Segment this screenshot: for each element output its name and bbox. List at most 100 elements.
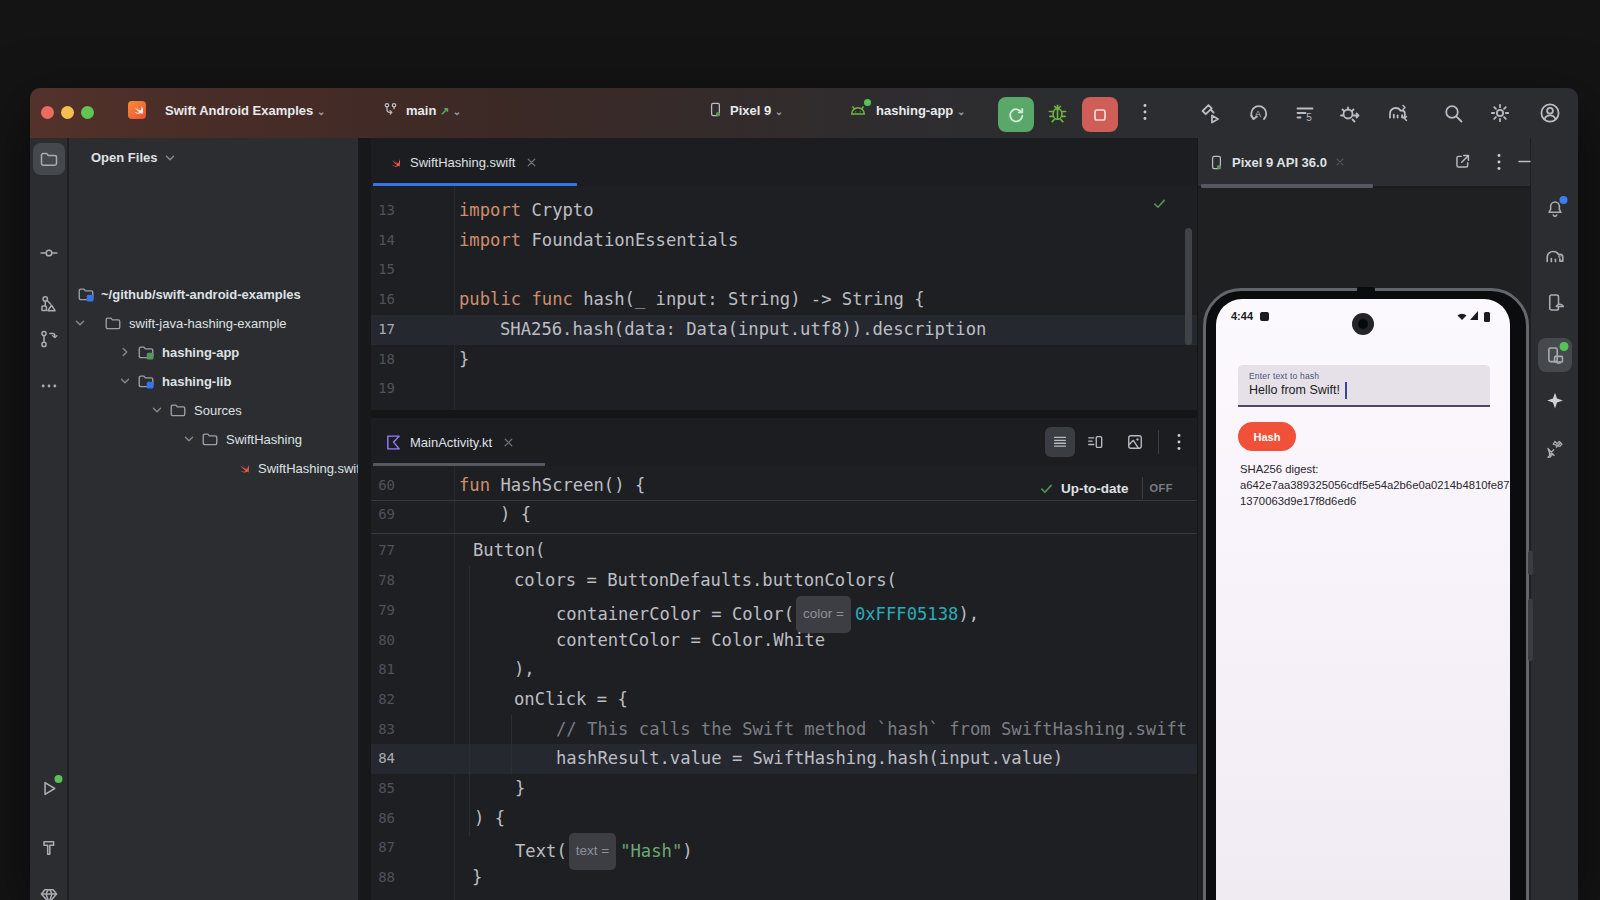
commit-tool-button[interactable] — [39, 243, 59, 263]
more-tools-button[interactable] — [39, 376, 59, 396]
tree-chevron-icon[interactable] — [150, 403, 164, 417]
close-tab-icon[interactable] — [525, 156, 538, 169]
tree-item[interactable]: hashing-app — [69, 337, 358, 366]
settings-button[interactable] — [1488, 101, 1512, 125]
debug-button[interactable] — [1046, 101, 1069, 124]
editor-more-button[interactable] — [1168, 431, 1190, 453]
profiler-button[interactable]: A — [1246, 101, 1270, 125]
stop-button[interactable] — [1082, 97, 1118, 132]
gradle-tool-button[interactable] — [1544, 246, 1566, 268]
tree-item[interactable]: ~/github/swift-android-examples — [69, 279, 358, 308]
run-config-selector[interactable]: hashing-app ⌄ — [876, 103, 965, 118]
assistant-button[interactable] — [1544, 438, 1565, 459]
close-tab-icon[interactable] — [502, 436, 515, 449]
todo-button[interactable]: 5 — [1293, 101, 1317, 125]
inline-parameter-hint: text = — [569, 833, 616, 870]
code-editor[interactable]: 1213import Crypto14import FoundationEsse… — [371, 186, 1197, 410]
close-device-tab-icon[interactable] — [1334, 156, 1346, 168]
device-phone-icon — [1208, 154, 1225, 171]
line-number: 87 — [371, 833, 395, 863]
tree-item[interactable]: hashing-lib — [69, 366, 358, 395]
build-tool-button[interactable] — [39, 838, 59, 858]
tab-label: MainActivity.kt — [410, 435, 492, 450]
toolbar-more-button[interactable] — [1134, 101, 1156, 123]
notifications-button[interactable] — [1544, 198, 1565, 219]
project-tool-button[interactable] — [39, 149, 59, 169]
panel-splitter[interactable] — [358, 138, 371, 900]
debug-reattach-button[interactable] — [1338, 101, 1362, 125]
project-panel: Open Files ~/github/swift-android-example… — [69, 138, 358, 900]
code-line: } — [472, 863, 482, 893]
device-name: Pixel 9 — [730, 103, 771, 118]
code-line: public func hash(_ input: String) -> Str… — [459, 285, 925, 315]
branch-selector[interactable]: main ↗ ⌄ — [406, 103, 461, 118]
search-button[interactable] — [1441, 101, 1465, 125]
inspections-status-icon — [1152, 196, 1167, 211]
line-number: 83 — [371, 715, 395, 745]
open-in-window-button[interactable] — [1453, 152, 1472, 171]
code-line: SHA256.hash(data: Data(input.utf8)).desc… — [500, 315, 986, 345]
vcs-tool-button[interactable] — [39, 329, 59, 349]
branch-name: main — [406, 103, 436, 118]
tree-item[interactable]: Sources — [69, 395, 358, 424]
device-tab[interactable]: Pixel 9 API 36.0 — [1208, 138, 1346, 186]
tree-item[interactable]: SwiftHashing — [69, 424, 358, 453]
dependencies-tool-button[interactable] — [39, 886, 59, 900]
status-time: 4:44 — [1231, 310, 1253, 322]
editor-tab[interactable]: SwiftHashing.swift — [373, 138, 577, 186]
split-view-button[interactable] — [1085, 432, 1105, 452]
live-edit-status: Up-to-date — [1061, 481, 1129, 496]
tree-item-label: hashing-app — [162, 344, 239, 359]
preview-button[interactable] — [1125, 432, 1145, 452]
chevron-down-icon: ⌄ — [317, 106, 325, 117]
left-tool-stripe — [30, 138, 68, 900]
build-run-button[interactable] — [1198, 101, 1222, 125]
code-line: } — [459, 345, 469, 375]
editor-tab[interactable]: MainActivity.kt — [373, 418, 545, 466]
tree-item[interactable]: SwiftHashing.swift — [69, 453, 358, 482]
minimize-button[interactable] — [61, 106, 74, 119]
line-number: 82 — [371, 685, 395, 715]
tree-chevron-icon[interactable] — [73, 316, 87, 330]
running-devices-button[interactable] — [1544, 345, 1565, 366]
live-edit-widget[interactable]: Up-to-date OFF — [1039, 475, 1173, 501]
close-button[interactable] — [41, 106, 54, 119]
gemini-button[interactable] — [1544, 390, 1565, 411]
tree-chevron-icon[interactable] — [118, 345, 132, 359]
tree-chevron-icon[interactable] — [118, 374, 132, 388]
panel-more-button[interactable] — [1488, 151, 1510, 173]
source-view-button[interactable] — [1050, 432, 1070, 452]
digest-line: 1370063d9e17f8d6ed6 — [1240, 495, 1356, 507]
structure-tool-button[interactable] — [39, 294, 59, 314]
tree-item[interactable]: swift-java-hashing-example — [69, 308, 358, 337]
project-selector[interactable]: Swift Android Examples ⌄ — [165, 103, 325, 118]
run-button[interactable] — [998, 97, 1034, 132]
device-selector[interactable]: Pixel 9 ⌄ — [730, 103, 783, 118]
run-config-name: hashing-app — [876, 103, 953, 118]
tree-chevron-icon[interactable] — [182, 432, 196, 446]
hide-panel-button[interactable] — [1515, 152, 1534, 171]
svg-text:A: A — [1255, 109, 1261, 119]
gutter-separator — [454, 186, 455, 410]
text-field-label: Enter text to hash — [1249, 371, 1319, 381]
status-icons — [1456, 310, 1496, 322]
run-tool-button[interactable] — [38, 778, 59, 799]
line-number: 19 — [371, 374, 395, 404]
code-line: import Crypto — [459, 196, 594, 226]
zoom-button[interactable] — [81, 106, 94, 119]
phone-screen: 4:44 Enter text to hash Hello from Swift! H… — [1216, 299, 1510, 900]
live-edit-toggle[interactable]: OFF — [1150, 482, 1174, 494]
hash-button[interactable]: Hash — [1238, 422, 1296, 451]
profile-button[interactable] — [1538, 101, 1562, 125]
editor-scrollbar[interactable] — [1185, 228, 1192, 345]
device-manager-button[interactable] — [1544, 292, 1565, 313]
gutter-separator — [454, 466, 455, 900]
line-number: 79 — [371, 596, 395, 626]
text-field[interactable]: Enter text to hash Hello from Swift! — [1238, 365, 1490, 407]
gradle-sync-button[interactable] — [1386, 101, 1410, 125]
chevron-down-icon: ⌄ — [453, 106, 461, 117]
code-editor[interactable]: 60fun HashScreen() {69) {77Button(78colo… — [371, 466, 1197, 900]
line-number: 85 — [371, 774, 395, 804]
project-panel-header[interactable]: Open Files — [91, 150, 177, 165]
text-field-value: Hello from Swift! — [1249, 383, 1340, 397]
